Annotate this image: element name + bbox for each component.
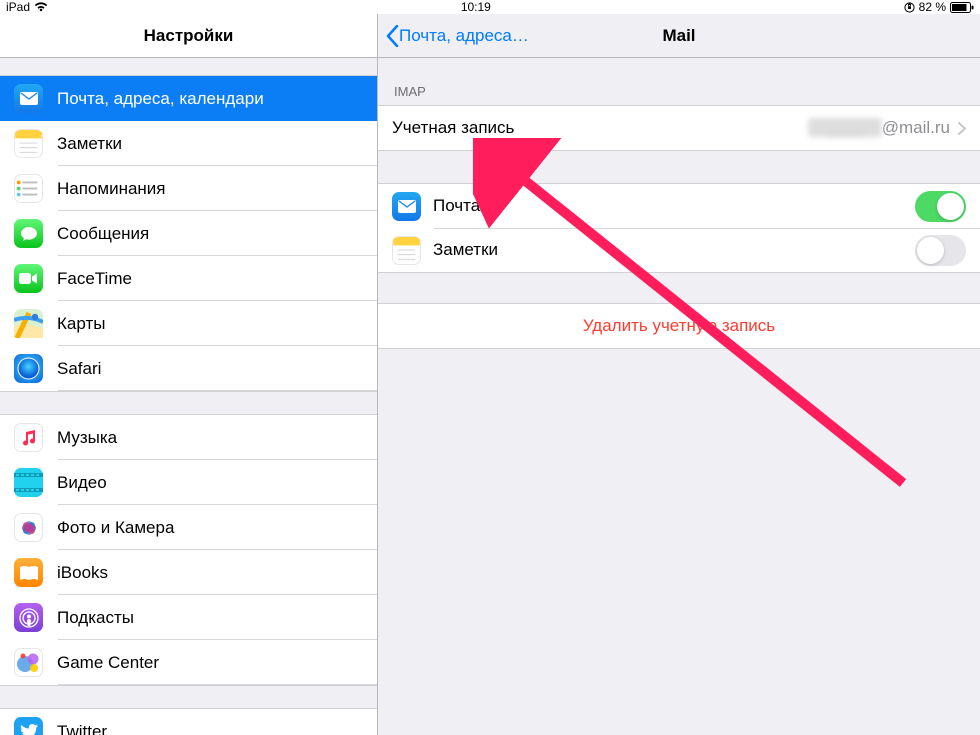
video-icon	[14, 468, 43, 497]
services-group: Почта Заметки	[378, 183, 980, 273]
sidebar-item-safari[interactable]: Safari	[0, 346, 377, 391]
sidebar-item-label: Напоминания	[57, 179, 363, 199]
content-title: Mail	[662, 26, 695, 46]
sidebar-item-notes[interactable]: Заметки	[0, 121, 377, 166]
group-separator	[0, 391, 377, 415]
sidebar-item-label: Game Center	[57, 653, 363, 673]
maps-icon	[14, 309, 43, 338]
account-row-detail: ____@mail.ru	[808, 118, 950, 138]
clock: 10:19	[48, 0, 904, 14]
mail-icon	[14, 84, 43, 113]
settings-sidebar: Настройки Почта, адреса, календари Замет…	[0, 14, 378, 735]
status-bar: iPad 10:19 82 %	[0, 0, 980, 14]
account-row[interactable]: Учетная запись ____@mail.ru	[378, 106, 980, 150]
delete-account-label: Удалить учетную запись	[583, 316, 775, 336]
sidebar-item-label: Видео	[57, 473, 363, 493]
toggle-notes-row: Заметки	[378, 228, 980, 272]
sidebar-item-label: Почта, адреса, календари	[57, 89, 363, 109]
battery-pct: 82 %	[919, 0, 946, 14]
toggle-notes-switch[interactable]	[915, 235, 966, 266]
sidebar-item-ibooks[interactable]: iBooks	[0, 550, 377, 595]
podcasts-icon	[14, 603, 43, 632]
sidebar-item-label: Сообщения	[57, 224, 363, 244]
sidebar-item-label: Карты	[57, 314, 363, 334]
sidebar-item-mail[interactable]: Почта, адреса, календари	[0, 76, 377, 121]
chevron-left-icon	[386, 25, 399, 47]
group-separator	[0, 685, 377, 709]
sidebar-item-label: Safari	[57, 359, 363, 379]
device-label: iPad	[6, 0, 30, 14]
ibooks-icon	[14, 558, 43, 587]
back-label: Почта, адреса…	[399, 26, 529, 46]
back-button[interactable]: Почта, адреса…	[386, 25, 529, 47]
wifi-icon	[34, 2, 48, 12]
sidebar-item-label: Фото и Камера	[57, 518, 363, 538]
sidebar-item-reminders[interactable]: Напоминания	[0, 166, 377, 211]
delete-account-button[interactable]: Удалить учетную запись	[378, 304, 980, 348]
sidebar-item-label: Заметки	[57, 134, 363, 154]
notes-icon	[392, 236, 421, 265]
sidebar-item-music[interactable]: Музыка	[0, 415, 377, 460]
content-header: Почта, адреса… Mail	[378, 14, 980, 58]
sidebar-item-facetime[interactable]: FaceTime	[0, 256, 377, 301]
sidebar-item-twitter[interactable]: Twitter	[0, 709, 377, 735]
gamecenter-icon	[14, 648, 43, 677]
content-pane: Почта, адреса… Mail IMAP Учетная запись …	[378, 14, 980, 735]
section-header-imap: IMAP	[378, 84, 980, 105]
facetime-icon	[14, 264, 43, 293]
sidebar-item-label: Музыка	[57, 428, 363, 448]
sidebar-item-label: Подкасты	[57, 608, 363, 628]
sidebar-item-photos-camera[interactable]: Фото и Камера	[0, 505, 377, 550]
sidebar-item-video[interactable]: Видео	[0, 460, 377, 505]
sidebar-item-podcasts[interactable]: Подкасты	[0, 595, 377, 640]
battery-icon	[950, 2, 974, 13]
sidebar-item-label: FaceTime	[57, 269, 363, 289]
safari-icon	[14, 354, 43, 383]
orientation-lock-icon	[904, 2, 915, 13]
toggle-mail-label: Почта	[433, 196, 915, 216]
sidebar-item-gamecenter[interactable]: Game Center	[0, 640, 377, 685]
sidebar-item-label: iBooks	[57, 563, 363, 583]
sidebar-title: Настройки	[144, 26, 234, 46]
toggle-mail-switch[interactable]	[915, 191, 966, 222]
sidebar-item-maps[interactable]: Карты	[0, 301, 377, 346]
account-email-redacted: ____	[808, 118, 882, 137]
music-icon	[14, 423, 43, 452]
sidebar-item-label: Twitter	[57, 722, 363, 735]
sidebar-item-messages[interactable]: Сообщения	[0, 211, 377, 256]
notes-icon	[14, 129, 43, 158]
account-row-label: Учетная запись	[392, 118, 808, 138]
sidebar-header: Настройки	[0, 14, 377, 58]
group-separator	[0, 58, 377, 76]
messages-icon	[14, 219, 43, 248]
chevron-right-icon	[958, 122, 966, 135]
toggle-mail-row: Почта	[378, 184, 980, 228]
mail-icon	[392, 192, 421, 221]
twitter-icon	[14, 717, 43, 735]
reminders-icon	[14, 174, 43, 203]
photos-icon	[14, 513, 43, 542]
account-group: Учетная запись ____@mail.ru	[378, 105, 980, 151]
delete-group: Удалить учетную запись	[378, 303, 980, 349]
toggle-notes-label: Заметки	[433, 240, 915, 260]
